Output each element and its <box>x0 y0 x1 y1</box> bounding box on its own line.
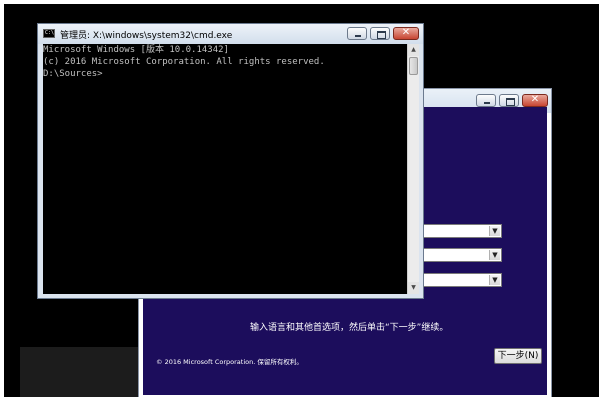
close-icon: ✕ <box>530 94 540 105</box>
cmd-window: C:\ 管理员: X:\windows\system32\cmd.exe ✕ M… <box>37 23 424 299</box>
minimize-icon <box>484 102 490 104</box>
cmd-titlebar[interactable]: C:\ 管理员: X:\windows\system32\cmd.exe ✕ <box>38 24 423 44</box>
cmd-minimize-button[interactable] <box>347 27 367 40</box>
console-line: Microsoft Windows [版本 10.0.14342] <box>43 45 229 55</box>
console-prompt: D:\Sources> <box>43 69 103 79</box>
scroll-up-icon[interactable]: ▲ <box>408 44 419 56</box>
minimize-icon <box>355 35 361 37</box>
setup-maximize-button[interactable] <box>499 94 519 107</box>
cmd-app-icon[interactable]: C:\ <box>43 29 55 38</box>
setup-minimize-button[interactable] <box>476 94 496 107</box>
maximize-icon <box>377 31 386 39</box>
cmd-window-title: 管理员: X:\windows\system32\cmd.exe <box>60 31 233 41</box>
cmd-maximize-button[interactable] <box>370 27 390 40</box>
cmd-close-button[interactable]: ✕ <box>393 27 419 40</box>
maximize-icon <box>506 98 515 106</box>
chevron-down-icon: ▼ <box>489 275 500 285</box>
setup-instruction-text: 输入语言和其他首选项，然后单击“下一步”继续。 <box>250 323 449 333</box>
next-button[interactable]: 下一步(N) <box>494 348 542 364</box>
scroll-down-icon[interactable]: ▼ <box>408 282 419 294</box>
close-icon: ✕ <box>401 27 411 38</box>
chevron-down-icon: ▼ <box>489 250 500 260</box>
console-line: (c) 2016 Microsoft Corporation. All righ… <box>43 57 325 67</box>
setup-window-controls: ✕ <box>476 94 548 107</box>
chevron-down-icon: ▼ <box>489 226 500 236</box>
desktop-dark-area <box>20 347 140 400</box>
cmd-console[interactable]: Microsoft Windows [版本 10.0.14342] (c) 20… <box>43 44 407 294</box>
cmd-window-controls: ✕ <box>347 27 419 40</box>
setup-close-button[interactable]: ✕ <box>522 94 548 107</box>
scroll-thumb[interactable] <box>409 57 418 75</box>
cmd-vertical-scrollbar[interactable]: ▲ ▼ <box>407 44 419 294</box>
setup-copyright-text: © 2016 Microsoft Corporation. 保留所有权利。 <box>156 358 303 366</box>
